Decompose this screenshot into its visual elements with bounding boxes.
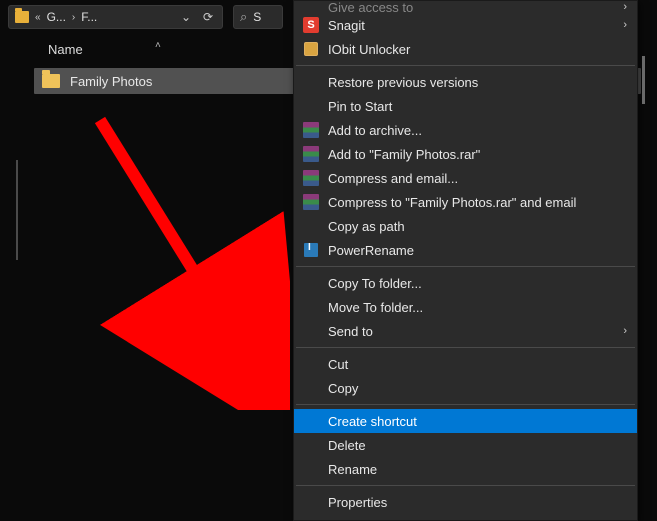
menu-item-copy-as-path[interactable]: Copy as path bbox=[294, 214, 637, 238]
menu-separator bbox=[296, 347, 635, 348]
column-header-name[interactable]: Name bbox=[48, 42, 83, 57]
menu-item-delete[interactable]: Delete bbox=[294, 433, 637, 457]
blank-icon bbox=[300, 460, 322, 478]
rar-icon bbox=[300, 169, 322, 187]
menu-item-add-archive[interactable]: Add to archive... bbox=[294, 118, 637, 142]
menu-item-label: Rename bbox=[328, 462, 627, 477]
blank-icon bbox=[300, 436, 322, 454]
blank-icon bbox=[300, 73, 322, 91]
blank-icon bbox=[300, 97, 322, 115]
rar-icon bbox=[300, 145, 322, 163]
menu-item-copy[interactable]: Copy bbox=[294, 376, 637, 400]
menu-separator bbox=[296, 266, 635, 267]
context-menu: Give access to›SSnagit›IObit UnlockerRes… bbox=[293, 0, 638, 521]
chevron-right-icon: › bbox=[623, 1, 627, 13]
menu-item-label: Send to bbox=[328, 324, 623, 339]
menu-item-power-rename[interactable]: PowerRename bbox=[294, 238, 637, 262]
blank-icon bbox=[300, 298, 322, 316]
menu-item-restore-previous[interactable]: Restore previous versions bbox=[294, 70, 637, 94]
menu-item-label: Copy To folder... bbox=[328, 276, 627, 291]
breadcrumb-prefix: « bbox=[35, 12, 41, 23]
menu-item-rename[interactable]: Rename bbox=[294, 457, 637, 481]
menu-item-label: IObit Unlocker bbox=[328, 42, 627, 57]
search-placeholder: S bbox=[253, 10, 261, 24]
menu-item-properties[interactable]: Properties bbox=[294, 490, 637, 514]
chevron-right-icon: › bbox=[72, 12, 75, 23]
menu-item-create-shortcut[interactable]: Create shortcut bbox=[294, 409, 637, 433]
menu-item-compress-email[interactable]: Compress and email... bbox=[294, 166, 637, 190]
search-icon: ⌕ bbox=[240, 9, 247, 25]
annotation-arrow bbox=[90, 110, 290, 410]
menu-item-iobit-unlocker[interactable]: IObit Unlocker bbox=[294, 37, 637, 61]
file-name: Family Photos bbox=[70, 74, 152, 89]
menu-item-label: Properties bbox=[328, 495, 627, 510]
blank-icon bbox=[300, 274, 322, 292]
folder-icon bbox=[15, 11, 29, 23]
rar-icon bbox=[300, 193, 322, 211]
menu-item-copy-to-folder[interactable]: Copy To folder... bbox=[294, 271, 637, 295]
menu-item-label: Copy as path bbox=[328, 219, 627, 234]
menu-item-label: Copy bbox=[328, 381, 627, 396]
menu-item-snagit[interactable]: S Snagit› bbox=[294, 13, 637, 37]
breadcrumb-bar[interactable]: « G... › F... ⌄ ⟳ bbox=[8, 5, 223, 29]
rar-icon bbox=[300, 121, 322, 139]
menu-item-label: Pin to Start bbox=[328, 99, 627, 114]
menu-item-label: Restore previous versions bbox=[328, 75, 627, 90]
dropdown-icon[interactable]: ⌄ bbox=[178, 10, 194, 24]
menu-item-label: Delete bbox=[328, 438, 627, 453]
menu-item-label: Cut bbox=[328, 357, 627, 372]
menu-item-label: Snagit bbox=[328, 18, 623, 33]
blank-icon bbox=[300, 412, 322, 430]
menu-item-give-access[interactable]: Give access to› bbox=[294, 1, 637, 13]
refresh-icon[interactable]: ⟳ bbox=[200, 10, 216, 24]
blank-icon bbox=[300, 1, 322, 13]
menu-item-move-to-folder[interactable]: Move To folder... bbox=[294, 295, 637, 319]
search-box[interactable]: ⌕ S bbox=[233, 5, 283, 29]
menu-separator bbox=[296, 404, 635, 405]
rename-icon bbox=[300, 241, 322, 259]
chevron-right-icon: › bbox=[623, 325, 627, 337]
menu-item-cut[interactable]: Cut bbox=[294, 352, 637, 376]
snagit-icon: S bbox=[300, 16, 322, 34]
menu-item-add-to-rar[interactable]: Add to "Family Photos.rar" bbox=[294, 142, 637, 166]
left-divider bbox=[16, 160, 18, 260]
menu-separator bbox=[296, 65, 635, 66]
iobit-icon bbox=[300, 40, 322, 58]
sort-indicator-icon: ˄ bbox=[155, 40, 161, 51]
menu-item-send-to[interactable]: Send to› bbox=[294, 319, 637, 343]
folder-icon bbox=[42, 74, 60, 88]
scrollbar-thumb[interactable] bbox=[642, 56, 645, 104]
menu-item-compress-rar-email[interactable]: Compress to "Family Photos.rar" and emai… bbox=[294, 190, 637, 214]
menu-item-label: Create shortcut bbox=[328, 414, 627, 429]
menu-item-label: Move To folder... bbox=[328, 300, 627, 315]
menu-item-pin-start[interactable]: Pin to Start bbox=[294, 94, 637, 118]
menu-item-label: Compress to "Family Photos.rar" and emai… bbox=[328, 195, 627, 210]
menu-item-label: Add to archive... bbox=[328, 123, 627, 138]
menu-item-label: Add to "Family Photos.rar" bbox=[328, 147, 627, 162]
breadcrumb-segment-0[interactable]: G... bbox=[47, 10, 66, 24]
chevron-right-icon: › bbox=[623, 19, 627, 31]
blank-icon bbox=[300, 217, 322, 235]
blank-icon bbox=[300, 493, 322, 511]
menu-item-label: PowerRename bbox=[328, 243, 627, 258]
menu-separator bbox=[296, 485, 635, 486]
blank-icon bbox=[300, 355, 322, 373]
blank-icon bbox=[300, 379, 322, 397]
breadcrumb-segment-1[interactable]: F... bbox=[81, 10, 97, 24]
menu-item-label: Compress and email... bbox=[328, 171, 627, 186]
blank-icon bbox=[300, 322, 322, 340]
menu-item-label: Give access to bbox=[328, 1, 623, 13]
